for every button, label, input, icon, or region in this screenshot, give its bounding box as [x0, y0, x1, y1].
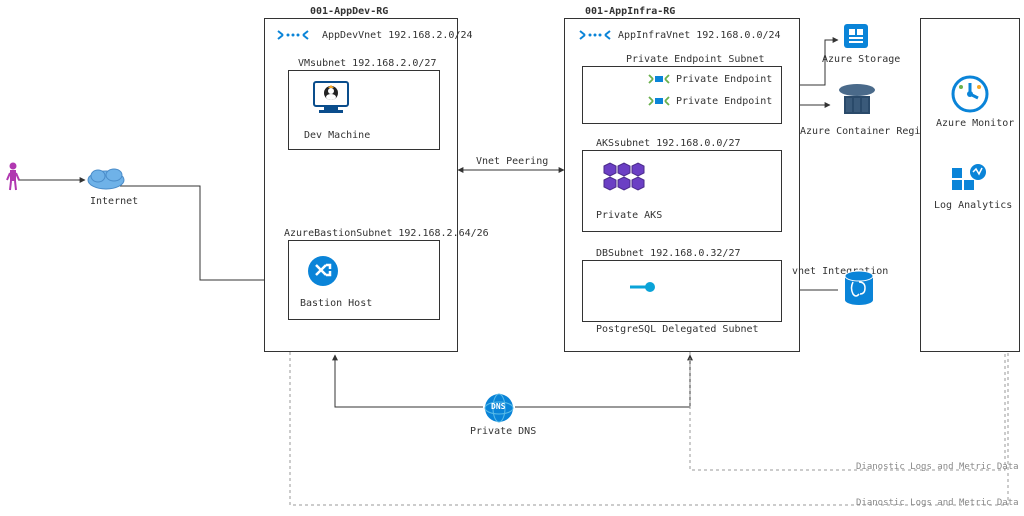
db-subnet-label: DBSubnet 192.168.0.32/27 — [596, 248, 741, 259]
db-subnet — [582, 260, 782, 322]
rg-dev-title: 001-AppDev-RG — [310, 6, 388, 17]
rg-infra-title: 001-AppInfra-RG — [585, 6, 675, 17]
pe1-label: Private Endpoint — [676, 74, 772, 85]
storage-label: Azure Storage — [822, 54, 900, 65]
vnet-infra-label: AppInfraVnet 192.168.0.0/24 — [618, 30, 781, 41]
pe-subnet-label: Private Endpoint Subnet — [626, 54, 764, 65]
internet-label: Internet — [90, 196, 138, 207]
dev-machine-label: Dev Machine — [304, 130, 370, 141]
aks-label: Private AKS — [596, 210, 662, 221]
pg-subnet-label: PostgreSQL Delegated Subnet — [596, 324, 759, 335]
vnet-dev-label: AppDevVnet 192.168.2.0/24 — [322, 30, 473, 41]
bastion-subnet-label: AzureBastionSubnet 192.168.2.64/26 — [284, 228, 489, 239]
vnet-peering-label: Vnet Peering — [476, 156, 548, 167]
bastion-label: Bastion Host — [300, 298, 372, 309]
vm-subnet-label: VMsubnet 192.168.2.0/27 — [298, 58, 436, 69]
monitor-label: Azure Monitor — [936, 118, 1014, 129]
diag2-label: Dianostic Logs and Metric Data — [856, 498, 1019, 508]
aks-subnet-label: AKSsubnet 192.168.0.0/27 — [596, 138, 741, 149]
log-analytics-label: Log Analytics — [934, 200, 1012, 211]
pe2-label: Private Endpoint — [676, 96, 772, 107]
dns-short: DNS — [491, 402, 505, 411]
diag1-label: Dianostic Logs and Metric Data — [856, 462, 1019, 472]
dns-label: Private DNS — [470, 426, 536, 437]
